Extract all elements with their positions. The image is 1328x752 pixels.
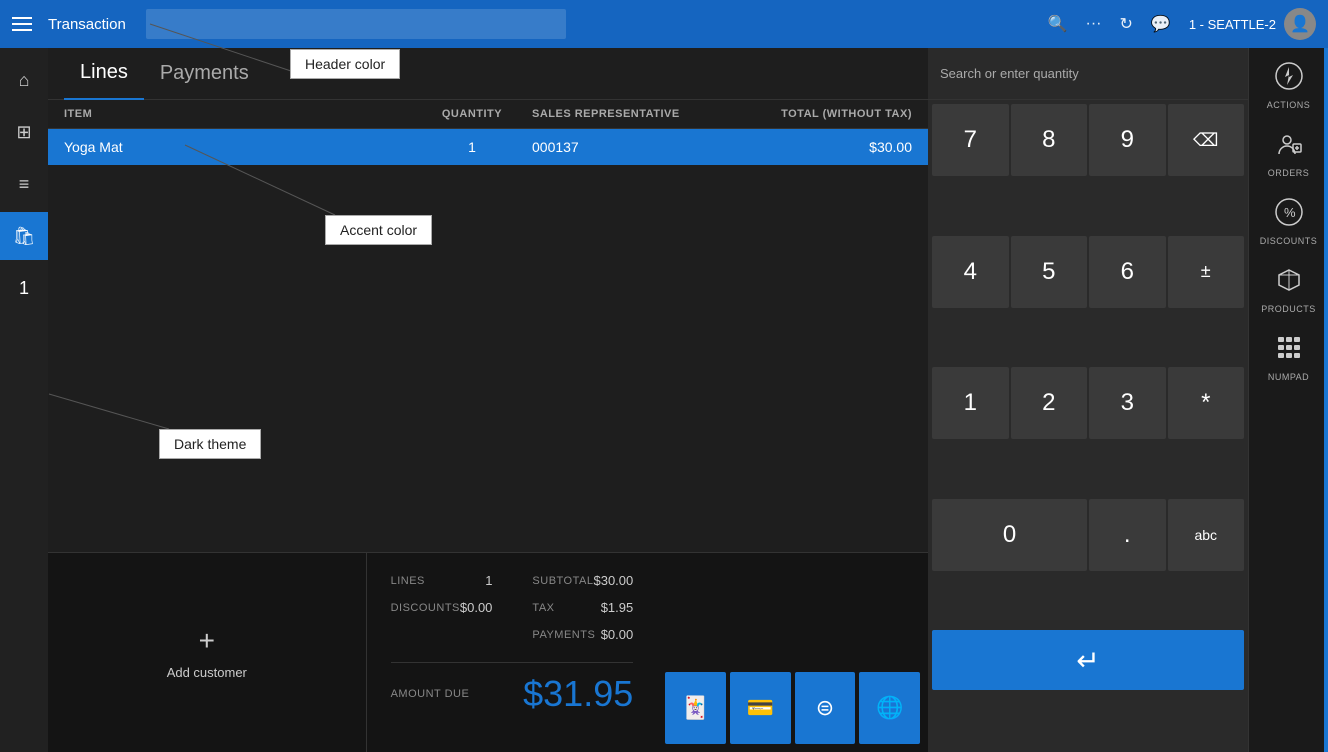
sidebar-item-menu[interactable]: ≡ <box>0 160 48 208</box>
numpad-enter[interactable]: ↵ <box>932 630 1244 690</box>
numpad-8[interactable]: 8 <box>1011 104 1088 176</box>
products-label: PRODUCTS <box>1261 304 1316 314</box>
discounts-label: DISCOUNTS <box>1260 236 1318 246</box>
message-icon[interactable]: 💬 <box>1151 14 1171 34</box>
cell-total: $30.00 <box>732 139 912 155</box>
tax-label: TAX <box>532 602 554 614</box>
col-sales-rep: SALES REPRESENTATIVE <box>532 108 732 120</box>
subtotal-label: SUBTOTAL <box>532 575 593 587</box>
payment-btn-circle[interactable]: ⊜ <box>795 672 856 744</box>
subtotal-row: SUBTOTAL $30.00 <box>532 573 633 588</box>
orders-icon <box>1275 130 1303 164</box>
numpad-5[interactable]: 5 <box>1011 236 1088 308</box>
tabs-header: Lines Payments <box>48 48 928 100</box>
menu-icon[interactable] <box>12 12 36 36</box>
right-sidebar: ACTIONS ORDERS % DISCOUNTS <box>1248 48 1328 752</box>
sidebar-item-grid[interactable]: ⊞ <box>0 108 48 156</box>
numpad-icon <box>1275 334 1303 368</box>
sidebar-item-count[interactable]: 1 <box>0 264 48 312</box>
subtotal-value: $30.00 <box>593 573 633 588</box>
numpad-abc[interactable]: abc <box>1168 499 1245 571</box>
avatar[interactable]: 👤 <box>1284 8 1316 40</box>
numpad-decimal[interactable]: . <box>1089 499 1166 571</box>
tax-value: $1.95 <box>601 600 634 615</box>
products-icon <box>1275 266 1303 300</box>
numpad-backspace[interactable]: ⌫ <box>1168 104 1245 176</box>
payment-btn-cards[interactable]: 🃏 <box>665 672 726 744</box>
tax-row: TAX $1.95 <box>532 600 633 615</box>
numpad-area: Search or enter quantity 7 8 9 ⌫ 4 5 6 ±… <box>928 48 1248 752</box>
sidebar-item-bag[interactable]: 🛍 <box>0 212 48 260</box>
table-header: ITEM QUANTITY SALES REPRESENTATIVE TOTAL… <box>48 100 928 129</box>
payment-btn-globe[interactable]: 🌐 <box>859 672 920 744</box>
content-area: Lines Payments ITEM QUANTITY SALES REPRE… <box>48 48 928 752</box>
lines-label: LINES <box>391 575 425 587</box>
numpad-label: NUMPAD <box>1268 372 1309 382</box>
sidebar-item-home[interactable]: ⌂ <box>0 56 48 104</box>
discounts-icon: % <box>1275 198 1303 232</box>
cell-quantity: 1 <box>412 139 532 155</box>
payments-label: PAYMENTS <box>532 629 595 641</box>
user-info: 1 - SEATTLE-2 👤 <box>1189 8 1316 40</box>
right-sidebar-numpad[interactable]: NUMPAD <box>1249 324 1328 392</box>
numpad-9[interactable]: 9 <box>1089 104 1166 176</box>
main-layout: ⌂ ⊞ ≡ 🛍 1 Lines Payments ITEM QUANTITY S… <box>0 48 1328 752</box>
payment-btns: 🃏 💳 ⊜ 🌐 <box>665 672 920 744</box>
user-location: 1 - SEATTLE-2 <box>1189 17 1276 32</box>
numpad-7[interactable]: 7 <box>932 104 1009 176</box>
payments-row: PAYMENTS $0.00 <box>532 627 633 642</box>
add-customer-icon: + <box>199 625 215 657</box>
bottom-section: + Add customer LINES 1 DISCOUNTS $0.00 <box>48 552 928 752</box>
orders-label: ORDERS <box>1268 168 1310 178</box>
order-summary: LINES 1 DISCOUNTS $0.00 SUBTOTAL $30.00 <box>367 553 658 752</box>
numpad-4[interactable]: 4 <box>932 236 1009 308</box>
discounts-value: $0.00 <box>460 600 493 615</box>
top-bar-search[interactable] <box>146 9 566 39</box>
app-title: Transaction <box>48 16 126 33</box>
numpad-grid: 7 8 9 ⌫ 4 5 6 ± 1 2 3 * 0 . abc ↵ <box>928 100 1248 752</box>
table-row[interactable]: Yoga Mat 1 000137 $30.00 <box>48 129 928 165</box>
active-indicator <box>1324 48 1328 752</box>
add-customer-label: Add customer <box>167 665 247 680</box>
numpad-0[interactable]: 0 <box>932 499 1087 571</box>
right-sidebar-actions[interactable]: ACTIONS <box>1249 52 1328 120</box>
left-sidebar: ⌂ ⊞ ≡ 🛍 1 <box>0 48 48 752</box>
actions-icon <box>1275 62 1303 96</box>
table-area: ITEM QUANTITY SALES REPRESENTATIVE TOTAL… <box>48 100 928 552</box>
col-total: TOTAL (WITHOUT TAX) <box>732 108 912 120</box>
refresh-icon[interactable]: ↻ <box>1119 14 1132 34</box>
amount-due-label: AMOUNT DUE <box>391 688 470 700</box>
right-sidebar-discounts[interactable]: % DISCOUNTS <box>1249 188 1328 256</box>
tab-lines[interactable]: Lines <box>64 48 144 100</box>
cell-item: Yoga Mat <box>64 139 412 155</box>
right-sidebar-products[interactable]: PRODUCTS <box>1249 256 1328 324</box>
top-bar-actions: 🔍 ··· ↻ 💬 1 - SEATTLE-2 👤 <box>1048 8 1316 40</box>
numpad-multiply[interactable]: * <box>1168 367 1245 439</box>
more-icon[interactable]: ··· <box>1086 15 1102 33</box>
add-customer-area[interactable]: + Add customer <box>48 553 367 752</box>
amount-due-value: $31.95 <box>523 673 633 715</box>
lines-value: 1 <box>485 573 492 588</box>
search-icon[interactable]: 🔍 <box>1048 14 1068 34</box>
cell-sales-rep: 000137 <box>532 139 732 155</box>
right-sidebar-orders[interactable]: ORDERS <box>1249 120 1328 188</box>
tab-payments[interactable]: Payments <box>144 48 265 100</box>
col-item: ITEM <box>64 108 412 120</box>
actions-label: ACTIONS <box>1267 100 1311 110</box>
numpad-6[interactable]: 6 <box>1089 236 1166 308</box>
discounts-row: DISCOUNTS $0.00 <box>391 600 493 615</box>
top-bar: Transaction 🔍 ··· ↻ 💬 1 - SEATTLE-2 👤 <box>0 0 1328 48</box>
svg-text:%: % <box>1284 205 1296 220</box>
numpad-2[interactable]: 2 <box>1011 367 1088 439</box>
payments-value: $0.00 <box>601 627 634 642</box>
col-quantity: QUANTITY <box>412 108 532 120</box>
payment-btn-credit[interactable]: 💳 <box>730 672 791 744</box>
lines-row: LINES 1 <box>391 573 493 588</box>
numpad-1[interactable]: 1 <box>932 367 1009 439</box>
discounts-label: DISCOUNTS <box>391 602 460 614</box>
numpad-plusminus[interactable]: ± <box>1168 236 1245 308</box>
numpad-search-label: Search or enter quantity <box>928 48 1248 100</box>
payment-buttons-area: 🃏 💳 ⊜ 🌐 <box>657 553 928 752</box>
numpad-3[interactable]: 3 <box>1089 367 1166 439</box>
